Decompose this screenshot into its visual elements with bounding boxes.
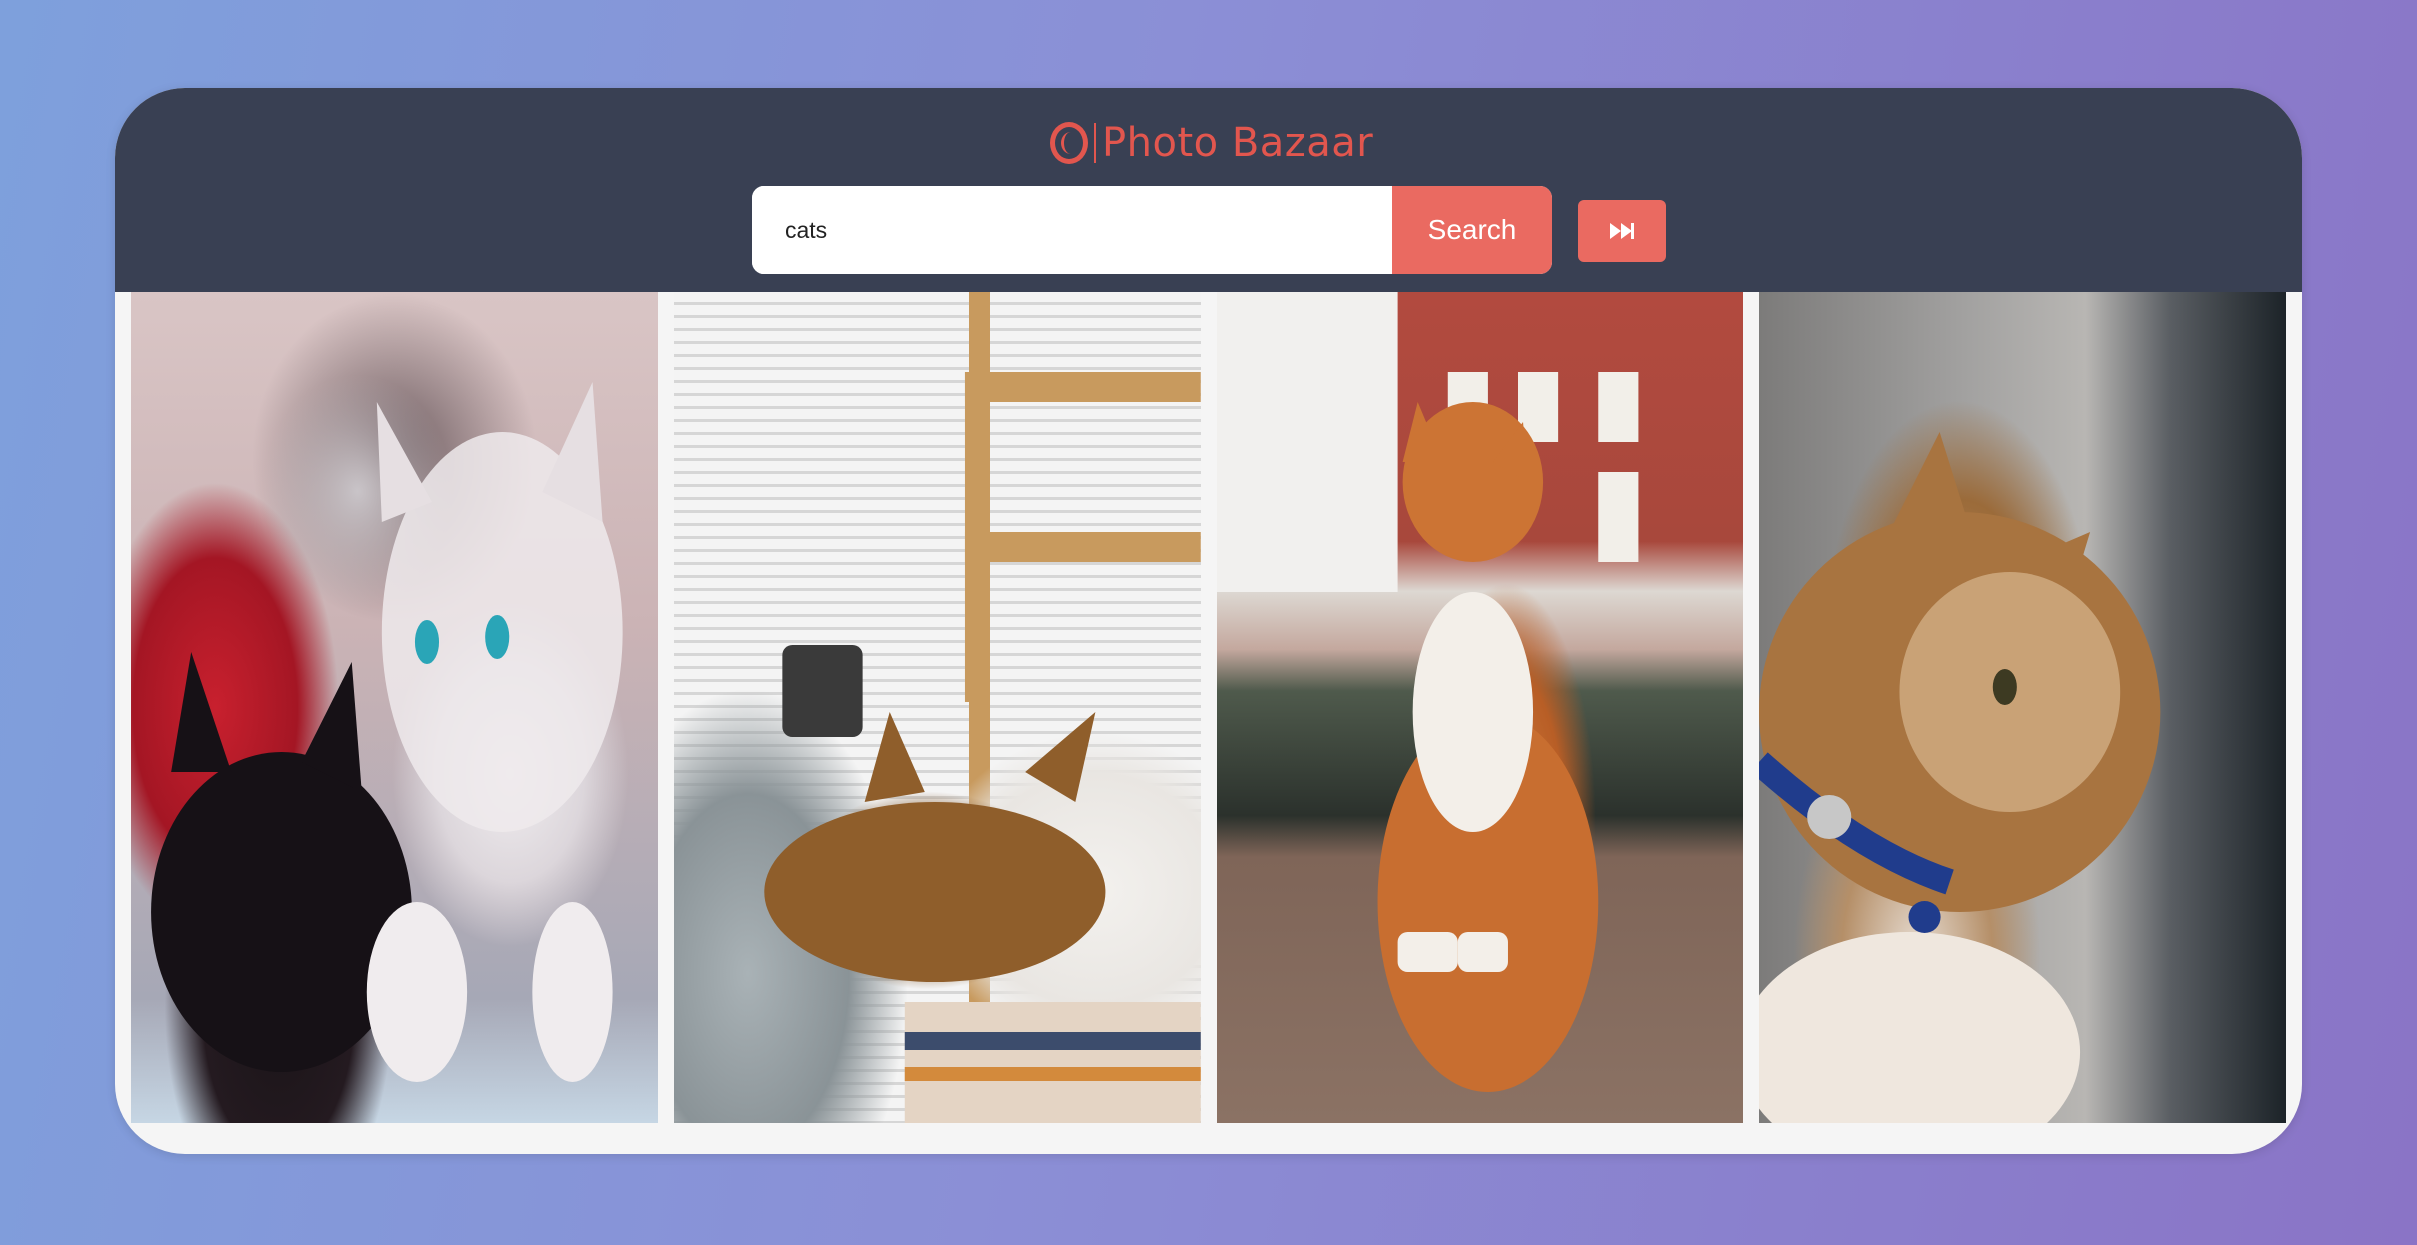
app-window: Photo Bazaar Search [115,88,2302,1154]
photo-card-sleeping-tabby[interactable] [673,292,1201,1123]
search-bar: Search [752,186,1552,274]
photo-card-kittens[interactable] [131,292,658,1123]
app-title: Photo Bazaar [1102,120,1374,166]
photo-gallery [131,292,2286,1123]
photo-card-orange-cat[interactable] [1216,292,1744,1123]
brand: Photo Bazaar [1050,118,1373,168]
fast-forward-icon [1610,223,1634,239]
search-input[interactable] [752,186,1392,274]
kittens-image [151,382,623,1082]
search-button[interactable]: Search [1392,186,1552,274]
app-header: Photo Bazaar Search [115,88,2302,292]
brand-divider [1094,123,1096,163]
cat-profile-image [1759,432,2161,1123]
orange-cat-image [1216,292,1638,1092]
next-page-button[interactable] [1578,200,1666,262]
tabby-image [764,372,1201,1123]
photo-card-cat-profile[interactable] [1759,292,2286,1123]
bazaar-logo-icon [1050,122,1088,164]
